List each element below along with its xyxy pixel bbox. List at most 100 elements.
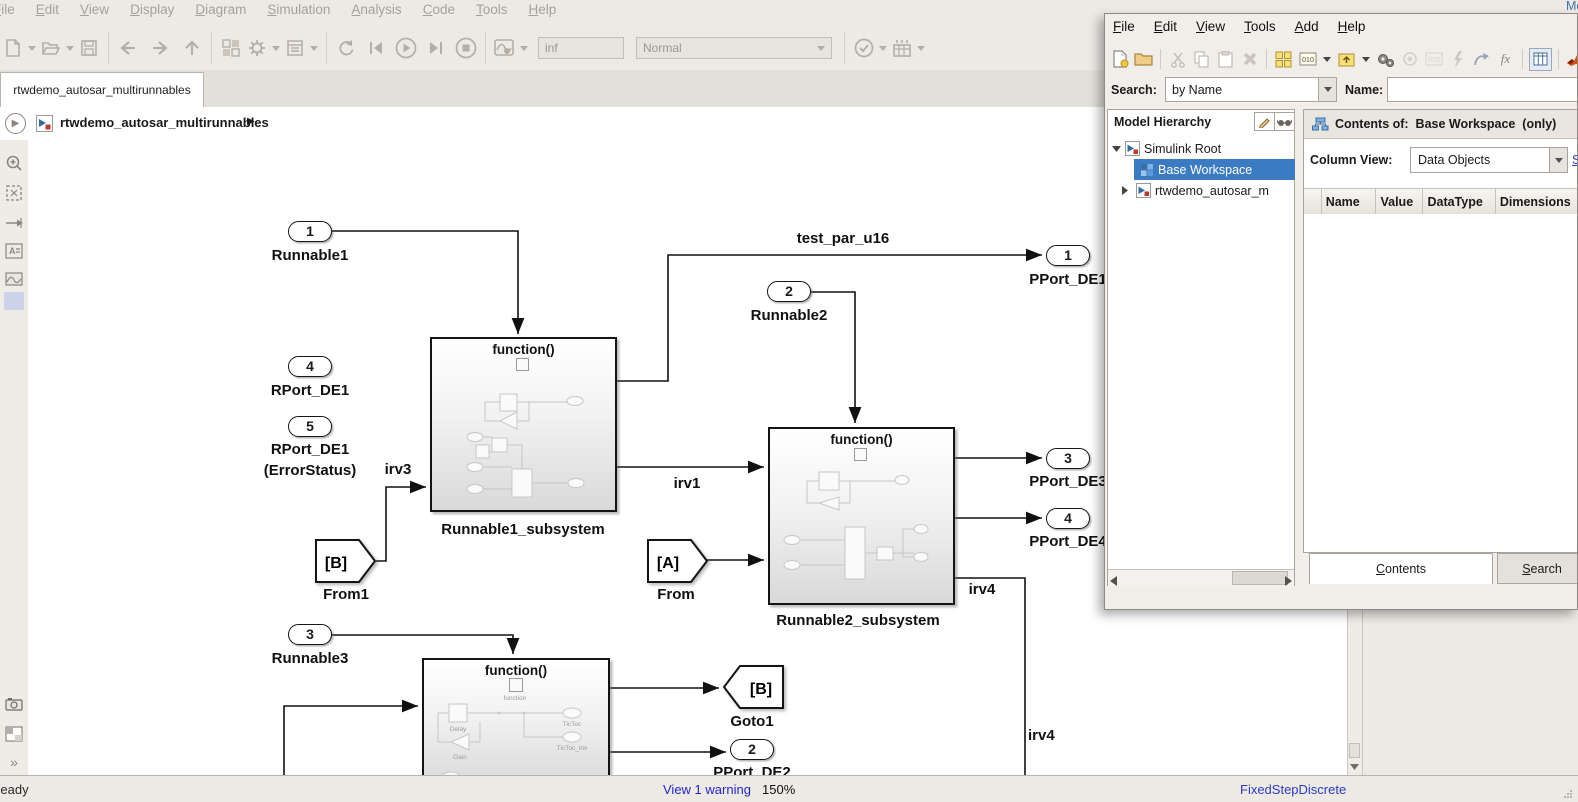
- signal-irv1[interactable]: irv1: [647, 475, 727, 492]
- me-add-subsystem-dropdown[interactable]: [1360, 46, 1372, 72]
- expand-collapse-icon[interactable]: [1112, 145, 1121, 152]
- menu-file[interactable]: File: [0, 2, 15, 17]
- tree-row-base-workspace[interactable]: Base Workspace: [1140, 159, 1252, 180]
- inport-runnable3[interactable]: 3: [288, 624, 332, 645]
- me-copy-icon[interactable]: [1191, 49, 1212, 70]
- table-header-dimensions[interactable]: Dimensions: [1495, 189, 1577, 215]
- layout-panes-icon[interactable]: [3, 723, 25, 745]
- hierarchy-hscrollbar[interactable]: [1108, 569, 1294, 587]
- simulation-mode-select[interactable]: Normal: [636, 37, 832, 59]
- breadcrumb-expand-arrow[interactable]: ▶: [247, 116, 255, 127]
- outport-pport-de2[interactable]: 2: [730, 739, 774, 760]
- forward-button[interactable]: [147, 35, 173, 61]
- menu-display[interactable]: Display: [130, 2, 174, 17]
- me-new-model-icon[interactable]: [1109, 49, 1130, 70]
- me-menu-file[interactable]: File: [1113, 19, 1135, 34]
- hscroll-left-button[interactable]: [1110, 573, 1117, 591]
- search-mode-dropdown-button[interactable]: [1318, 77, 1337, 102]
- from1-label[interactable]: From1: [286, 586, 406, 603]
- model-explorer-button[interactable]: [282, 35, 308, 61]
- sdi-dropdown[interactable]: [518, 35, 530, 61]
- menu-simulation[interactable]: Simulation: [267, 2, 330, 17]
- me-add-data-object-icon[interactable]: 010: [1297, 49, 1318, 70]
- model-tab[interactable]: rtwdemo_autosar_multirunnables: [0, 72, 204, 107]
- menu-view[interactable]: View: [80, 2, 109, 17]
- table-body-empty[interactable]: [1304, 214, 1577, 552]
- tab-contents[interactable]: Contents: [1309, 553, 1493, 584]
- outport-pport-de4[interactable]: 4: [1046, 508, 1090, 529]
- inport-runnable2[interactable]: 2: [767, 281, 811, 302]
- step-back-button[interactable]: [363, 35, 389, 61]
- resize-grip-icon[interactable]: [1563, 789, 1573, 799]
- hide-explorer-bar-button[interactable]: ▶: [5, 113, 26, 134]
- menu-tools[interactable]: Tools: [476, 2, 508, 17]
- tree-row-model[interactable]: rtwdemo_autosar_m: [1122, 180, 1269, 201]
- me-fx-icon[interactable]: fx: [1495, 49, 1516, 70]
- up-to-parent-button[interactable]: [179, 35, 205, 61]
- me-column-view-toggle[interactable]: [1529, 47, 1552, 71]
- vscroll-down-button[interactable]: [1348, 759, 1361, 774]
- tab-search-results[interactable]: Search: [1497, 553, 1577, 584]
- me-disabled-data-icon[interactable]: 010: [1423, 49, 1444, 70]
- stop-button[interactable]: [453, 35, 479, 61]
- signal-routing-icon[interactable]: [3, 212, 25, 234]
- runnable2-subsystem-block[interactable]: function(): [768, 427, 955, 605]
- new-model-button[interactable]: [0, 35, 26, 61]
- save-button[interactable]: [76, 35, 102, 61]
- table-header-value[interactable]: Value: [1376, 189, 1424, 215]
- advisor-dropdown[interactable]: [877, 35, 889, 61]
- menu-analysis[interactable]: Analysis: [351, 2, 401, 17]
- me-menu-view[interactable]: View: [1196, 19, 1225, 34]
- hierarchy-filter-glasses-button[interactable]: [1274, 112, 1295, 131]
- name-search-input[interactable]: [1387, 77, 1577, 102]
- model-settings-gear-icon[interactable]: [244, 35, 270, 61]
- inport-rport-de1-errorstatus[interactable]: 5: [288, 416, 332, 437]
- runnable1-subsystem-block[interactable]: function(): [430, 337, 617, 512]
- screenshot-camera-icon[interactable]: [3, 693, 25, 715]
- me-add-subsystem-icon[interactable]: [1336, 49, 1357, 70]
- outport-pport-de2-label[interactable]: PPort_DE2: [692, 764, 812, 775]
- settings-dropdown[interactable]: [270, 35, 282, 61]
- from-label[interactable]: From: [616, 586, 736, 603]
- hscroll-right-button[interactable]: [1285, 573, 1292, 591]
- stepping-options-icon[interactable]: [889, 35, 915, 61]
- signal-irv3[interactable]: irv3: [358, 461, 438, 478]
- menu-help[interactable]: Help: [528, 2, 556, 17]
- step-forward-button[interactable]: [423, 35, 449, 61]
- expand-icon[interactable]: [1122, 186, 1128, 195]
- annotation-tool-icon[interactable]: A: [3, 240, 25, 262]
- search-mode-combobox[interactable]: by Name: [1165, 77, 1319, 102]
- outport-pport-de3[interactable]: 3: [1046, 448, 1090, 469]
- breadcrumb[interactable]: rtwdemo_autosar_multirunnables: [60, 115, 269, 130]
- show-details-link[interactable]: Show Details: [1572, 153, 1577, 167]
- palette-overflow-chevron[interactable]: »: [3, 751, 25, 773]
- outport-pport-de1[interactable]: 1: [1046, 245, 1090, 266]
- table-header-blank[interactable]: [1304, 189, 1322, 215]
- run-button[interactable]: [393, 35, 419, 61]
- fit-to-view-icon[interactable]: [3, 182, 25, 204]
- inport-errorstatus-label-line1[interactable]: RPort_DE1: [250, 441, 370, 458]
- inport-runnable1-label[interactable]: Runnable1: [250, 247, 370, 264]
- explorer-dropdown[interactable]: [308, 35, 320, 61]
- table-header-datatype[interactable]: DataType: [1423, 189, 1496, 215]
- tree-row-simulink-root[interactable]: Simulink Root: [1112, 138, 1221, 159]
- me-configuration-gears-icon[interactable]: [1375, 49, 1396, 70]
- me-menu-add[interactable]: Add: [1295, 19, 1319, 34]
- stop-time-field[interactable]: inf: [538, 37, 624, 59]
- me-add-data-dropdown[interactable]: [1321, 46, 1333, 72]
- from-tag[interactable]: [A]: [646, 538, 710, 584]
- model-advisor-check-icon[interactable]: [851, 35, 877, 61]
- image-annotation-icon[interactable]: [3, 268, 25, 290]
- hscroll-thumb[interactable]: [1232, 571, 1288, 585]
- from1-tag[interactable]: [B]: [314, 538, 378, 584]
- me-paste-icon[interactable]: [1215, 49, 1236, 70]
- stepping-dropdown[interactable]: [915, 35, 927, 61]
- back-button[interactable]: [115, 35, 141, 61]
- status-solver[interactable]: FixedStepDiscrete: [1240, 782, 1346, 797]
- me-disabled-target-icon[interactable]: [1399, 49, 1420, 70]
- hierarchy-edit-pencil-button[interactable]: [1254, 112, 1275, 131]
- inport-runnable1[interactable]: 1: [288, 221, 332, 242]
- update-diagram-button[interactable]: [333, 35, 359, 61]
- new-model-dropdown[interactable]: [26, 35, 38, 61]
- inport-rport-de1-label[interactable]: RPort_DE1: [250, 382, 370, 399]
